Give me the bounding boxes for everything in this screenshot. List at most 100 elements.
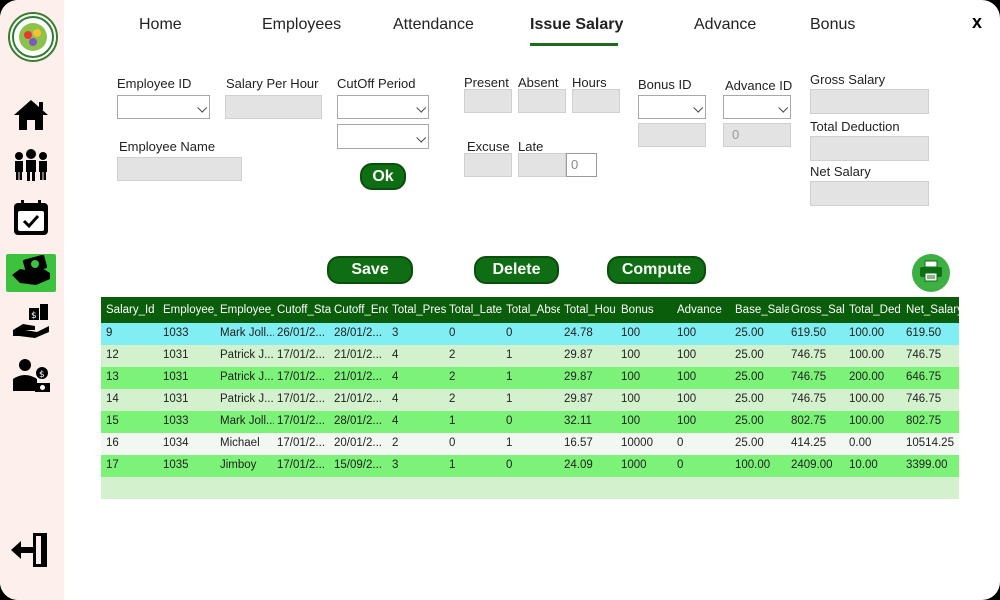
table-cell: 2 [449,349,456,361]
salary-per-hour-label: Salary Per Hour [226,76,319,91]
cutoff-end-select[interactable] [337,124,429,149]
table-row[interactable]: 14 1031 Patrick J... 17/01/2... 21/01/2... 4 2… [101,389,959,411]
bonus-id-select[interactable] [638,95,706,119]
table-row[interactable]: 15 1033 Mark Joll... 17/01/2... 28/01/2... 4 1… [101,411,959,433]
table-cell: 10514.25 [906,437,954,449]
column-header[interactable]: Total_Ded [849,304,903,316]
employee-id-label: Employee ID [117,76,192,91]
chevron-down-icon [197,102,208,113]
table-cell: 12 [106,349,119,361]
sidebar-item-employees[interactable] [6,148,56,186]
close-button[interactable]: x [972,12,982,33]
bonus-amount-field[interactable] [638,123,706,147]
late-field[interactable] [518,153,566,177]
column-header[interactable]: Salary_Id [106,304,160,316]
ok-button[interactable]: Ok [360,163,406,190]
print-button[interactable] [912,254,950,292]
table-cell: 26/01/2... [277,327,325,339]
cutoff-start-select[interactable] [337,95,429,119]
total-deduction-field[interactable] [810,136,929,161]
tab-attendance[interactable]: Attendance [393,16,474,34]
table-cell: 17 [106,459,119,471]
column-header[interactable]: Cutoff_Enc [334,304,388,316]
table-cell: 10.00 [849,459,878,471]
tab-advance[interactable]: Advance [694,16,756,34]
column-header[interactable]: Advance [677,304,731,316]
late-minutes-input[interactable]: 0 [566,153,597,177]
table-cell: 29.87 [564,393,593,405]
column-header[interactable]: Total_Hou [564,304,618,316]
column-header[interactable]: Total_Abse [506,304,560,316]
table-row[interactable]: 12 1031 Patrick J... 17/01/2... 21/01/2... 4 2… [101,345,959,367]
logout-button[interactable] [6,532,56,571]
table-row[interactable]: 17 1035 Jimboy 17/01/2... 15/09/2... 3 1 0 24.09… [101,455,959,477]
hours-field[interactable] [572,89,620,113]
column-header[interactable]: Employee_ [163,304,217,316]
column-header[interactable]: Total_Late [449,304,503,316]
chevron-down-icon [693,102,704,113]
table-cell: 802.75 [906,415,942,427]
column-header[interactable]: Base_Sala [735,304,789,316]
table-cell: 100 [677,371,697,383]
column-header[interactable]: Gross_Sala [791,304,845,316]
table-row[interactable]: 9 1033 Mark Joll... 26/01/2... 28/01/2... 3 0 0… [101,323,959,345]
column-header[interactable]: Net_Salary [906,304,959,316]
gross-salary-field[interactable] [810,89,929,114]
salary-per-hour-field[interactable] [225,95,322,119]
column-header[interactable]: Employee_ [220,304,274,316]
sidebar-item-advance[interactable]: $ [6,303,56,343]
employee-id-select[interactable] [117,95,210,119]
sidebar-item-home[interactable] [6,98,56,136]
table-cell: 17/01/2... [277,371,325,383]
employee-name-field[interactable] [117,157,242,181]
advance-amount-field[interactable]: 0 [723,123,791,147]
table-cell: 13 [106,371,119,383]
company-logo [8,12,58,62]
table-cell: 29.87 [564,349,593,361]
table-cell: 746.75 [906,393,942,405]
table-cell: 25.00 [735,371,764,383]
table-cell: 32.11 [564,415,592,427]
table-cell: 16 [106,437,119,449]
save-button[interactable]: Save [327,256,413,284]
table-cell: 24.09 [564,459,593,471]
tab-issue-salary[interactable]: Issue Salary [530,16,623,34]
advance-id-select[interactable] [723,95,791,119]
table-row[interactable]: 13 1031 Patrick J... 17/01/2... 21/01/2... 4 2… [101,367,959,389]
excuse-field[interactable] [464,153,512,177]
table-cell: 21/01/2... [334,393,382,405]
table-cell: 4 [392,393,399,405]
active-tab-underline [530,43,618,46]
column-header[interactable]: Total_Pres [392,304,446,316]
sidebar-item-bonus[interactable]: $ [6,358,56,396]
absent-field[interactable] [518,89,566,113]
table-row[interactable]: 16 1034 Michael 17/01/2... 20/01/2... 2 0 1 16.5… [101,433,959,455]
sidebar-item-salary[interactable] [6,254,56,292]
tab-bonus[interactable]: Bonus [810,16,855,34]
present-field[interactable] [464,89,512,113]
column-header[interactable]: Bonus [621,304,675,316]
table-cell: 0 [449,327,456,339]
salary-table[interactable]: Salary_Id Employee_ Employee_ Cutoff_Sta Cut… [101,297,959,499]
delete-button[interactable]: Delete [474,256,559,284]
table-cell: Patrick J... [220,393,274,405]
table-new-row[interactable] [101,477,959,499]
tab-home[interactable]: Home [139,16,182,34]
chevron-down-icon [416,132,427,143]
compute-button[interactable]: Compute [607,256,706,284]
svg-text:$: $ [31,311,37,321]
column-header[interactable]: Cutoff_Sta [277,304,331,316]
table-cell: 414.25 [791,437,827,449]
sidebar-item-attendance[interactable] [6,199,56,239]
table-cell: 100 [621,349,641,361]
table-cell: Jimboy [220,459,257,471]
table-cell: 2 [392,437,399,449]
table-cell: 4 [392,415,399,427]
tab-employees[interactable]: Employees [262,16,341,34]
table-cell: 1 [506,437,513,449]
table-cell: 0.00 [849,437,872,449]
net-salary-field[interactable] [810,181,929,206]
table-cell: 9 [106,327,113,339]
home-icon [12,98,50,137]
table-cell: 0 [506,415,513,427]
